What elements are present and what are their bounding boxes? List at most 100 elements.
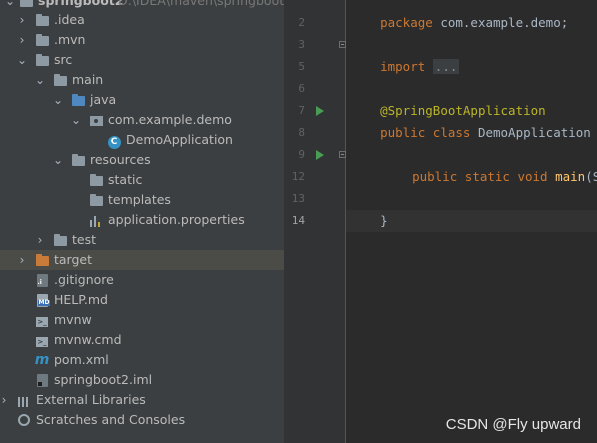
tree-item-label: target <box>54 252 93 267</box>
markdown-file-icon: MD <box>34 290 51 310</box>
tree-item-label: test <box>72 232 97 247</box>
keyword: public static void <box>412 169 548 184</box>
package-name: com.example.demo; <box>440 15 569 30</box>
tree-item-label: static <box>108 172 143 187</box>
tree-row-mvn[interactable]: › .mvn <box>0 30 284 50</box>
class-name: DemoApplication { <box>477 125 597 140</box>
tree-item-label: .mvn <box>54 32 86 47</box>
chevron-right-icon[interactable]: › <box>0 390 10 410</box>
spring-class-icon: C <box>106 130 122 150</box>
tree-row-mvnw-cmd[interactable]: >_ mvnw.cmd <box>0 330 284 350</box>
tree-item-label: pom.xml <box>54 352 109 367</box>
gutter-line: 8 <box>284 122 346 144</box>
tree-row-pom-xml[interactable]: m pom.xml <box>0 350 284 370</box>
run-icon[interactable] <box>316 106 324 116</box>
tree-item-label: main <box>72 72 104 87</box>
tree-item-label: .gitignore <box>54 272 114 287</box>
line-number: 2 <box>298 16 305 29</box>
tree-item-label: src <box>54 52 73 67</box>
tree-row-templates[interactable]: templates <box>0 190 284 210</box>
package-icon <box>88 110 104 130</box>
gutter-line: 13 <box>284 188 346 210</box>
folder-icon <box>34 50 50 70</box>
gutter-line: 3 <box>284 34 346 56</box>
resources-folder-icon <box>70 150 86 170</box>
method-signature: (Str <box>585 169 597 184</box>
tree-row-target[interactable]: › target <box>0 250 284 270</box>
tree-row-help-md[interactable]: MD HELP.md <box>0 290 284 310</box>
tree-row-demoapplication[interactable]: C DemoApplication <box>0 130 284 150</box>
tree-row-src[interactable]: ⌄ src <box>0 50 284 70</box>
editor-gutter: 2 3 5 6 7 8 9 12 13 14 <box>284 0 346 443</box>
tree-item-label: templates <box>108 192 171 207</box>
source-folder-icon <box>70 90 86 110</box>
tree-row-resources[interactable]: ⌄ resources <box>0 150 284 170</box>
tree-item-label: .idea <box>54 12 85 27</box>
tree-item-label: mvnw <box>54 312 92 327</box>
tree-row-package[interactable]: ⌄ com.example.demo <box>0 110 284 130</box>
library-icon <box>16 390 32 410</box>
chevron-right-icon[interactable]: › <box>16 250 28 270</box>
code-line-main: public static void main(Str <box>382 144 597 184</box>
chevron-right-icon[interactable]: › <box>16 10 28 30</box>
folder-icon <box>88 170 104 190</box>
folded-imports[interactable]: ... <box>432 59 460 74</box>
tree-row-static[interactable]: static <box>0 170 284 190</box>
folder-icon <box>52 70 68 90</box>
gutter-line: 6 <box>284 78 346 100</box>
chevron-down-icon[interactable]: ⌄ <box>70 110 82 130</box>
tree-row-gitignore[interactable]: .i .gitignore <box>0 270 284 290</box>
folder-icon <box>34 10 50 30</box>
code-line-closing: } <box>350 188 388 228</box>
line-number: 12 <box>291 170 305 183</box>
tree-row-external-libraries[interactable]: › External Libraries <box>0 390 284 410</box>
ignore-file-icon: .i <box>34 270 50 290</box>
project-tree: ⌄ springboot2 D:\IDEA\maven\springboot2 … <box>0 0 284 443</box>
keyword: public class <box>380 125 471 140</box>
tree-row-mvnw[interactable]: >_ mvnw <box>0 310 284 330</box>
code-editor[interactable]: package com.example.demo; import ... @Sp… <box>346 0 597 443</box>
maven-icon: m <box>34 352 50 368</box>
chevron-right-icon[interactable]: › <box>34 230 46 250</box>
terminal-file-icon: >_ <box>36 337 48 347</box>
tree-row-main[interactable]: ⌄ main <box>0 70 284 90</box>
code-line-class: public class DemoApplication { <box>350 100 597 140</box>
tree-row-java[interactable]: ⌄ java <box>0 90 284 110</box>
folder-icon <box>52 230 68 250</box>
chevron-down-icon[interactable]: ⌄ <box>34 70 46 90</box>
tree-row-idea[interactable]: › .idea <box>0 10 284 30</box>
line-number: 8 <box>298 126 305 139</box>
run-icon[interactable] <box>316 150 324 160</box>
keyword: import <box>380 59 426 74</box>
gutter-line: 12 <box>284 166 346 188</box>
tree-item-label: resources <box>90 152 151 167</box>
tree-row-iml[interactable]: springboot2.iml <box>0 370 284 390</box>
terminal-file-icon: >_ <box>36 317 48 327</box>
chevron-down-icon[interactable]: ⌄ <box>52 150 64 170</box>
tree-item-label: External Libraries <box>36 392 146 407</box>
chevron-right-icon[interactable]: › <box>16 30 28 50</box>
line-number: 5 <box>298 60 305 73</box>
scratches-icon <box>16 410 32 430</box>
tree-item-label: HELP.md <box>54 292 108 307</box>
line-number: 6 <box>298 82 305 95</box>
gutter-line: 5 <box>284 56 346 78</box>
tree-item-label: com.example.demo <box>108 112 232 127</box>
chevron-down-icon[interactable]: ⌄ <box>16 50 28 70</box>
tree-row-application-properties[interactable]: application.properties <box>0 210 284 230</box>
line-number: 9 <box>298 148 305 161</box>
fold-expand-icon[interactable] <box>339 41 346 48</box>
tree-row-scratches[interactable]: Scratches and Consoles <box>0 410 284 430</box>
line-number: 3 <box>298 38 305 51</box>
fold-expand-icon[interactable] <box>339 151 346 158</box>
line-number: 13 <box>291 192 305 205</box>
keyword: package <box>380 15 433 30</box>
module-file-icon <box>34 370 50 390</box>
chevron-down-icon[interactable]: ⌄ <box>52 90 64 110</box>
folder-icon <box>88 190 104 210</box>
watermark: CSDN @Fly upward <box>445 416 581 433</box>
tree-item-label: DemoApplication <box>126 132 233 147</box>
gutter-line: 2 <box>284 12 346 34</box>
gutter-line: 7 <box>284 100 346 122</box>
tree-row-test[interactable]: › test <box>0 230 284 250</box>
